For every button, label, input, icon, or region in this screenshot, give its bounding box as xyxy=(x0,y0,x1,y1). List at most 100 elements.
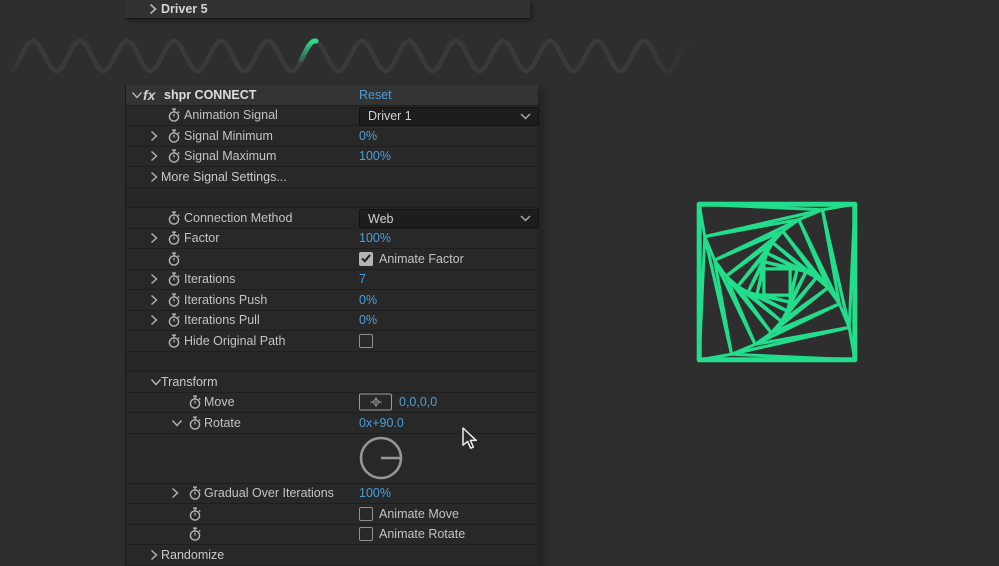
expander-right-icon[interactable] xyxy=(150,273,158,285)
iterations-push-value[interactable]: 0% xyxy=(359,294,377,307)
param-label: Gradual Over Iterations xyxy=(204,487,334,500)
expander-right-icon[interactable] xyxy=(150,130,158,142)
param-label: Rotate xyxy=(204,417,241,430)
stopwatch-icon[interactable] xyxy=(188,395,202,410)
hide-original-path-checkbox[interactable] xyxy=(359,334,373,348)
stopwatch-icon[interactable] xyxy=(167,313,181,328)
signal-wave-highlight xyxy=(301,41,316,60)
stopwatch-icon[interactable] xyxy=(188,527,202,542)
connection-method-dropdown[interactable]: Web xyxy=(359,209,539,228)
param-label: Signal Maximum xyxy=(184,150,276,163)
param-row-randomize: Randomize xyxy=(126,545,538,566)
param-row-factor: Factor 100% xyxy=(126,229,538,250)
param-row-move: Move 0,0,0,0 xyxy=(126,393,538,414)
param-row-effect-header: fx shpr CONNECT Reset xyxy=(126,85,538,106)
param-row-iterations-pull: Iterations Pull 0% xyxy=(126,311,538,332)
param-row-spacer-2 xyxy=(126,352,538,373)
param-row-animate-rotate: Animate Rotate xyxy=(126,525,538,546)
move-point-button[interactable] xyxy=(359,394,392,411)
param-row-animation-signal: Animation Signal Driver 1 xyxy=(126,106,538,127)
dropdown-chevron-icon xyxy=(520,215,531,222)
stopwatch-icon[interactable] xyxy=(167,272,181,287)
signal-maximum-value[interactable]: 100% xyxy=(359,150,391,163)
stopwatch-icon[interactable] xyxy=(188,415,202,430)
param-label: Randomize xyxy=(161,549,224,562)
signal-wave-path xyxy=(8,41,698,71)
stopwatch-icon[interactable] xyxy=(167,231,181,246)
param-label: Transform xyxy=(161,376,218,389)
dropdown-chevron-icon xyxy=(520,113,531,120)
stopwatch-icon[interactable] xyxy=(167,149,181,164)
expander-right-icon[interactable] xyxy=(150,150,158,162)
stopwatch-icon[interactable] xyxy=(167,333,181,348)
param-row-rotate: Rotate 0x+90.0 xyxy=(126,413,538,434)
rotate-value[interactable]: 0x+90.0 xyxy=(359,417,404,430)
stopwatch-icon[interactable] xyxy=(188,506,202,521)
expander-right-icon[interactable] xyxy=(171,487,179,499)
expander-right-icon[interactable] xyxy=(150,294,158,306)
stopwatch-icon[interactable] xyxy=(188,486,202,501)
iterations-value[interactable]: 7 xyxy=(359,273,366,286)
param-row-spacer-1 xyxy=(126,188,538,209)
animate-move-label: Animate Move xyxy=(379,508,459,521)
factor-value[interactable]: 100% xyxy=(359,232,391,245)
param-row-transform: Transform xyxy=(126,372,538,393)
effect-title: shpr CONNECT xyxy=(164,89,256,102)
chevron-right-icon[interactable] xyxy=(149,3,157,15)
param-label: Move xyxy=(204,396,235,409)
param-label: Factor xyxy=(184,232,219,245)
stopwatch-icon[interactable] xyxy=(167,210,181,225)
param-row-iterations-push: Iterations Push 0% xyxy=(126,290,538,311)
param-label: Hide Original Path xyxy=(184,335,285,348)
move-value[interactable]: 0,0,0,0 xyxy=(399,396,437,409)
iterations-pull-value[interactable]: 0% xyxy=(359,314,377,327)
param-row-gradual-over-iterations: Gradual Over Iterations 100% xyxy=(126,484,538,505)
param-row-signal-minimum: Signal Minimum 0% xyxy=(126,126,538,147)
expander-down-icon[interactable] xyxy=(171,419,183,427)
stopwatch-icon[interactable] xyxy=(167,292,181,307)
expander-right-icon[interactable] xyxy=(150,314,158,326)
connection-method-selected: Web xyxy=(368,212,393,226)
expander-right-icon[interactable] xyxy=(150,549,158,561)
animate-factor-label: Animate Factor xyxy=(379,253,464,266)
param-label: Iterations xyxy=(184,273,235,286)
stopwatch-icon[interactable] xyxy=(167,108,181,123)
driver-header-label: Driver 5 xyxy=(161,3,208,16)
animate-rotate-label: Animate Rotate xyxy=(379,528,465,541)
animation-signal-dropdown[interactable]: Driver 1 xyxy=(359,107,539,126)
animate-move-checkbox[interactable] xyxy=(359,507,373,521)
param-label: Iterations Pull xyxy=(184,314,260,327)
expander-down-icon[interactable] xyxy=(131,91,143,99)
param-row-connection-method: Connection Method Web xyxy=(126,208,538,229)
crosshair-icon xyxy=(368,397,384,408)
gradual-over-iterations-value[interactable]: 100% xyxy=(359,487,391,500)
reset-button[interactable]: Reset xyxy=(359,89,392,102)
param-row-animate-factor: Animate Factor xyxy=(126,249,538,270)
param-label: Animation Signal xyxy=(184,109,278,122)
preview-shape xyxy=(692,197,862,367)
app-root: { "colors": { "accent_blue": "#4C9ED9", … xyxy=(0,0,999,563)
expander-right-icon[interactable] xyxy=(150,232,158,244)
param-label: Connection Method xyxy=(184,212,292,225)
param-row-rotate-dial xyxy=(126,434,538,484)
param-label: Signal Minimum xyxy=(184,130,273,143)
driver-5-header[interactable]: Driver 5 xyxy=(125,0,530,19)
check-icon xyxy=(361,254,371,263)
animation-signal-selected: Driver 1 xyxy=(368,109,412,123)
param-label: Iterations Push xyxy=(184,294,267,307)
animate-rotate-checkbox[interactable] xyxy=(359,527,373,541)
effect-controls-panel: fx shpr CONNECT Reset Animation Signal Drive… xyxy=(125,85,538,566)
animate-factor-checkbox[interactable] xyxy=(359,252,373,266)
param-row-signal-maximum: Signal Maximum 100% xyxy=(126,147,538,168)
param-row-iterations: Iterations 7 xyxy=(126,270,538,291)
fx-badge: fx xyxy=(143,87,155,103)
expander-right-icon[interactable] xyxy=(150,171,158,183)
stopwatch-icon[interactable] xyxy=(167,128,181,143)
param-label: More Signal Settings... xyxy=(161,171,287,184)
stopwatch-icon[interactable] xyxy=(167,251,181,266)
param-row-animate-move: Animate Move xyxy=(126,504,538,525)
param-row-hide-original-path: Hide Original Path xyxy=(126,331,538,352)
rotate-dial[interactable] xyxy=(351,434,411,484)
signal-minimum-value[interactable]: 0% xyxy=(359,130,377,143)
param-row-more-signal-settings: More Signal Settings... xyxy=(126,167,538,188)
